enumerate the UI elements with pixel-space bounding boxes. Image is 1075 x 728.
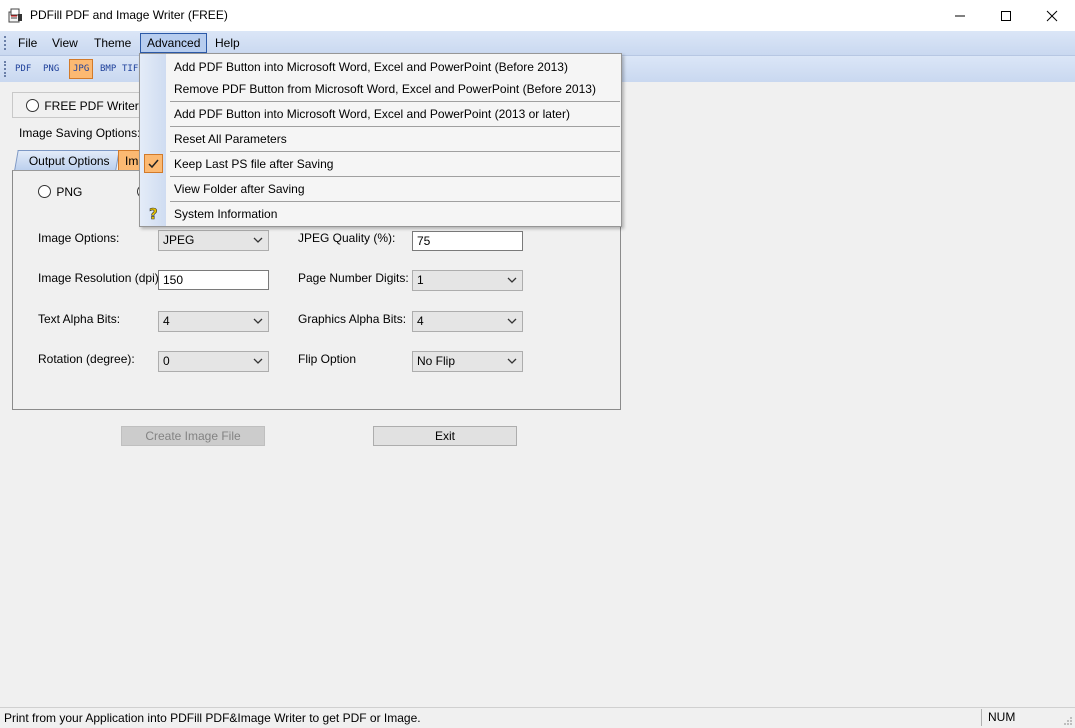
menu-item-remove-pdf-button-before-2013[interactable]: Remove PDF Button from Microsoft Word, E… bbox=[140, 77, 621, 101]
num-lock-indicator: NUM bbox=[981, 709, 1075, 726]
text-alpha-bits-value: 4 bbox=[163, 314, 170, 328]
menu-item-label: Keep Last PS file after Saving bbox=[174, 157, 334, 171]
chevron-down-icon bbox=[253, 318, 263, 324]
image-resolution-input[interactable]: 150 bbox=[158, 270, 269, 290]
rotation-label: Rotation (degree): bbox=[38, 352, 135, 366]
menu-item-label: View Folder after Saving bbox=[174, 182, 305, 196]
tab-output-options[interactable]: Output Options bbox=[14, 150, 120, 170]
window-title: PDFill PDF and Image Writer (FREE) bbox=[30, 8, 228, 22]
title-bar: PDFill PDF and Image Writer (FREE) bbox=[0, 0, 1075, 31]
menu-item-add-pdf-button-before-2013[interactable]: Add PDF Button into Microsoft Word, Exce… bbox=[140, 55, 621, 79]
menu-advanced[interactable]: Advanced bbox=[140, 33, 208, 53]
image-resolution-label: Image Resolution (dpi): bbox=[38, 271, 163, 285]
text-alpha-bits-label: Text Alpha Bits: bbox=[38, 312, 121, 326]
free-pdf-writer-radio[interactable] bbox=[26, 99, 39, 113]
jpeg-quality-label: JPEG Quality (%): bbox=[298, 231, 396, 245]
tab-output-options-label: Output Options bbox=[28, 154, 110, 168]
image-options-select[interactable]: JPEG bbox=[158, 230, 269, 251]
check-icon-box bbox=[144, 154, 163, 173]
maximize-icon bbox=[1001, 10, 1011, 21]
chevron-down-icon bbox=[507, 318, 517, 324]
jpeg-quality-input[interactable]: 75 bbox=[412, 231, 523, 251]
image-saving-options-label: Image Saving Options: bbox=[19, 126, 141, 140]
minimize-icon bbox=[955, 15, 965, 16]
graphics-alpha-bits-value: 4 bbox=[417, 314, 424, 328]
image-options-label: Image Options: bbox=[38, 231, 120, 245]
app-icon bbox=[8, 8, 22, 23]
svg-text:?: ? bbox=[149, 205, 158, 223]
toolbar-png-button[interactable]: PNG bbox=[40, 60, 62, 78]
menu-item-label: Remove PDF Button from Microsoft Word, E… bbox=[174, 82, 596, 96]
toolbar-jpg-button[interactable]: JPG bbox=[69, 59, 94, 79]
chevron-down-icon bbox=[507, 358, 517, 364]
status-bar: Print from your Application into PDFill … bbox=[0, 707, 1075, 728]
menu-file[interactable]: File bbox=[12, 34, 43, 52]
menu-item-label: System Information bbox=[174, 207, 278, 221]
menu-item-label: Add PDF Button into Microsoft Word, Exce… bbox=[174, 60, 568, 74]
page-number-digits-label: Page Number Digits: bbox=[298, 271, 409, 285]
menu-grip[interactable] bbox=[4, 36, 8, 50]
menu-item-label: Add PDF Button into Microsoft Word, Exce… bbox=[174, 107, 570, 121]
minimize-button[interactable] bbox=[937, 0, 983, 31]
menu-item-add-pdf-button-2013-later[interactable]: Add PDF Button into Microsoft Word, Exce… bbox=[140, 102, 621, 126]
image-options-value: JPEG bbox=[163, 233, 195, 247]
status-message: Print from your Application into PDFill … bbox=[4, 711, 421, 725]
flip-option-value: No Flip bbox=[417, 354, 456, 368]
chevron-down-icon bbox=[507, 277, 517, 283]
close-button[interactable] bbox=[1029, 0, 1075, 31]
help-question-icon: ? bbox=[149, 205, 158, 223]
menu-item-label: Reset All Parameters bbox=[174, 132, 287, 146]
flip-option-select[interactable]: No Flip bbox=[412, 351, 523, 372]
chevron-down-icon bbox=[253, 237, 263, 243]
checkmark-icon bbox=[148, 159, 159, 169]
tab-image-options-label: Ima bbox=[125, 154, 139, 168]
menu-item-view-folder-after-saving[interactable]: View Folder after Saving bbox=[140, 177, 621, 201]
rotation-select[interactable]: 0 bbox=[158, 351, 269, 372]
chevron-down-icon bbox=[253, 358, 263, 364]
close-icon bbox=[1046, 10, 1058, 21]
toolbar-tif-button[interactable]: TIF bbox=[119, 60, 141, 78]
text-alpha-bits-select[interactable]: 4 bbox=[158, 311, 269, 332]
tab-image-options[interactable]: Ima bbox=[118, 150, 140, 170]
exit-button[interactable]: Exit bbox=[373, 426, 517, 446]
toolbar-pdf-button[interactable]: PDF bbox=[12, 60, 34, 78]
format-png-label: PNG bbox=[56, 184, 83, 199]
advanced-menu-dropdown: Add PDF Button into Microsoft Word, Exce… bbox=[139, 53, 622, 227]
menu-view[interactable]: View bbox=[46, 34, 84, 52]
format-png-radio[interactable] bbox=[38, 185, 51, 199]
format-png-option[interactable]: PNG bbox=[38, 184, 82, 199]
flip-option-label: Flip Option bbox=[298, 352, 357, 366]
menu-item-reset-all-parameters[interactable]: Reset All Parameters bbox=[140, 127, 621, 151]
graphics-alpha-bits-select[interactable]: 4 bbox=[412, 311, 523, 332]
menu-help[interactable]: Help bbox=[209, 34, 246, 52]
page-number-digits-value: 1 bbox=[417, 273, 424, 287]
toolbar-grip[interactable] bbox=[4, 61, 8, 77]
menu-theme[interactable]: Theme bbox=[88, 34, 137, 52]
page-number-digits-select[interactable]: 1 bbox=[412, 270, 523, 291]
rotation-value: 0 bbox=[163, 354, 170, 368]
resize-grip-icon[interactable] bbox=[1063, 716, 1073, 726]
toolbar-bmp-button[interactable]: BMP bbox=[97, 60, 119, 78]
graphics-alpha-bits-label: Graphics Alpha Bits: bbox=[298, 312, 407, 326]
maximize-button[interactable] bbox=[983, 0, 1029, 31]
menu-item-system-information[interactable]: ? System Information bbox=[140, 202, 621, 226]
menu-item-keep-last-ps-file[interactable]: Keep Last PS file after Saving bbox=[140, 152, 621, 176]
create-image-button[interactable]: Create Image File bbox=[121, 426, 265, 446]
